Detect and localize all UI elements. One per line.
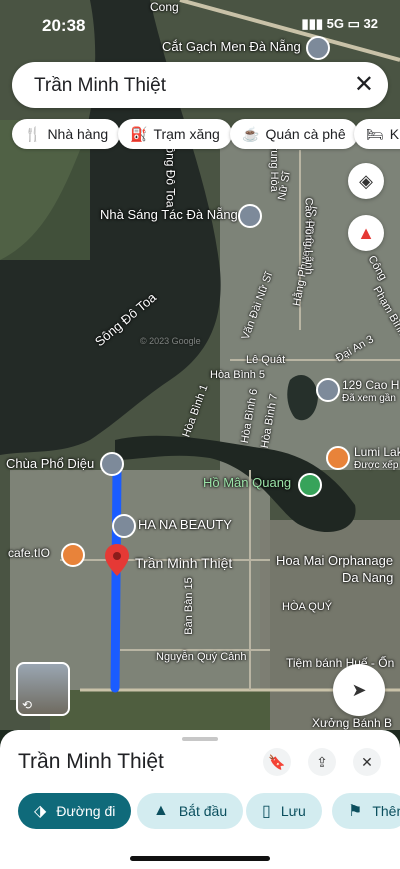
map-label: Đã xem gần (342, 393, 396, 404)
compass-button[interactable]: ▲ (348, 215, 384, 251)
chip-hotel[interactable]: 🛏 Kh (354, 119, 400, 149)
map-label: cafe.tIO (8, 546, 51, 560)
place-pin[interactable] (112, 514, 136, 538)
chip-gas-station[interactable]: ⛽ Trạm xăng (118, 119, 232, 149)
close-sheet-button[interactable]: ✕ (353, 748, 381, 776)
map-label: Xưởng Bánh B (312, 716, 392, 730)
chip-coffee[interactable]: ☕ Quán cà phê (230, 119, 358, 149)
share-button[interactable]: ⇪ (308, 748, 336, 776)
place-title: Trần Minh Thiệt (18, 750, 164, 773)
save-button[interactable]: ▯ Lưu (246, 793, 322, 829)
hotel-icon: 🛏 (366, 125, 384, 142)
directions-icon: ⬗ (34, 803, 47, 820)
selected-location-pin[interactable] (105, 544, 129, 576)
home-indicator (130, 856, 270, 861)
share-icon: ⇪ (316, 753, 328, 770)
bookmark-icon: 🔖 (268, 753, 286, 770)
status-time: 20:38 (42, 16, 86, 35)
map-label: Hoa Mai Orphanage (276, 553, 394, 568)
add-label-button[interactable]: ⚑ Thêm (332, 793, 400, 829)
start-button[interactable]: ▲ Bắt đầu (137, 793, 244, 829)
search-query[interactable]: Trần Minh Thiệt (34, 75, 166, 97)
map-label: Lê Quát (246, 354, 286, 366)
map-label: Lumi Lak (354, 445, 400, 459)
battery-level: 32 (363, 16, 378, 31)
search-bar[interactable]: Trần Minh Thiệt ✕ (12, 62, 388, 108)
sheet-drag-handle[interactable] (182, 737, 218, 741)
place-pin[interactable] (316, 378, 340, 402)
map-label: Cong (150, 0, 179, 14)
map-copyright: © 2023 Google (140, 336, 201, 346)
category-chips: 🍴 Nhà hàng ⛽ Trạm xăng ☕ Quán cà phê 🛏 K… (12, 119, 400, 151)
map-label: HÒA QUÝ (282, 601, 333, 613)
save-icon-button[interactable]: 🔖 (263, 748, 291, 776)
park-pin[interactable] (298, 473, 322, 497)
map-label: ông Đô Toa (163, 146, 178, 208)
gas-station-icon: ⛽ (130, 125, 148, 142)
status-bar: 20:38 ▮▮▮ 5G ▭ 32 (0, 0, 400, 44)
coffee-icon: ☕ (242, 125, 260, 142)
map-label: 129 Cao H (342, 378, 400, 392)
map-label: Hòa Bình 5 (210, 369, 266, 381)
restaurant-icon: 🍴 (24, 125, 42, 142)
directions-button[interactable]: ⬗ Đường đi (18, 793, 132, 829)
close-icon: ✕ (361, 753, 373, 770)
network-type: 5G (326, 16, 344, 31)
my-location-button[interactable]: ➤ (333, 664, 385, 716)
navigation-icon: ▲ (153, 802, 169, 819)
street-view-icon: ⟲ (22, 698, 33, 712)
layers-icon: ◈ (359, 170, 373, 191)
place-pin[interactable] (238, 204, 262, 228)
map-view[interactable]: 20:38 ▮▮▮ 5G ▭ 32 Cong Cắt Gạch Men Đà N… (0, 0, 400, 730)
map-label: Cao Hồng Lãnh (302, 197, 315, 275)
layers-button[interactable]: ◈ (348, 163, 384, 199)
route-line (110, 465, 122, 693)
chip-restaurant[interactable]: 🍴 Nhà hàng (12, 119, 121, 149)
map-label: Được xếp (354, 460, 399, 471)
coffee-pin[interactable] (326, 446, 350, 470)
map-label: Nguyễn Quý Cảnh (156, 651, 247, 663)
compass-icon: ▲ (357, 222, 375, 243)
temple-pin[interactable] (100, 452, 124, 476)
map-label: Nhà Sáng Tác Đà Nẵng (100, 207, 238, 222)
navigation-arrow-icon: ➤ (351, 679, 367, 700)
close-icon[interactable]: ✕ (354, 70, 374, 99)
map-label: Cắt Gạch Men Đà Nẵng (162, 39, 301, 54)
coffee-pin[interactable] (61, 543, 85, 567)
map-label: Bàn Bàn 15 (182, 577, 195, 635)
selected-place-label: Trần Minh Thiệt (135, 555, 233, 571)
bookmark-icon: ▯ (262, 803, 271, 820)
street-view-thumbnail[interactable]: ⟲ (16, 662, 70, 716)
map-label: Hồ Mân Quang (203, 475, 292, 490)
place-pin[interactable] (306, 36, 330, 60)
satellite-imagery (0, 0, 400, 730)
map-label: Da Nang (342, 570, 394, 585)
map-label: HA NA BEAUTY (138, 517, 232, 532)
map-label: Chùa Phổ Diệu (6, 456, 95, 471)
signal-icon: ▮▮▮ (301, 16, 324, 31)
place-sheet[interactable]: Trần Minh Thiệt 🔖 ⇪ ✕ ⬗ Đường đi ▲ Bắt đ… (0, 730, 400, 869)
flag-icon: ⚑ (348, 803, 363, 820)
battery-icon: ▭ (347, 16, 360, 31)
map-label: Tiệm bánh Huế - Ốn (286, 656, 395, 670)
